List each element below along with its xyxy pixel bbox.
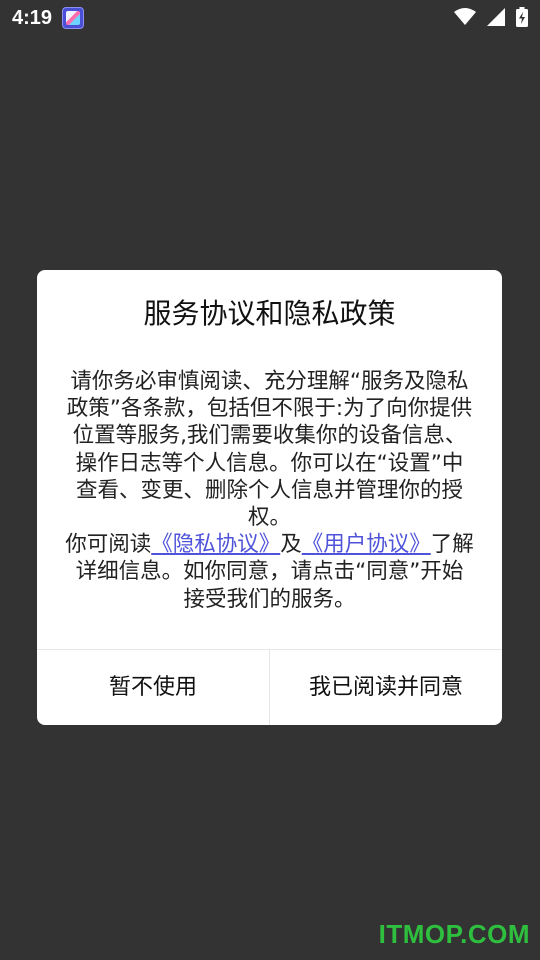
- status-icons: [448, 6, 528, 30]
- dialog-paragraph-1: 请你务必审慎阅读、充分理解“服务及隐私政策”各条款，包括但不限于:为了向你提供位…: [66, 369, 473, 531]
- paragraph-2-prefix: 你可阅读: [65, 532, 152, 558]
- privacy-agreement-link[interactable]: 《隐私协议》: [151, 532, 280, 557]
- privacy-dialog: 服务协议和隐私政策 请你务必审慎阅读、充分理解“服务及隐私政策”各条款，包括但不…: [37, 270, 502, 725]
- signal-icon: [486, 7, 505, 26]
- watermark: ITMOP.COM: [378, 919, 530, 949]
- battery-charging-icon: [516, 6, 528, 27]
- dialog-button-row: 暂不使用 我已阅读并同意: [37, 649, 502, 725]
- decline-button[interactable]: 暂不使用: [37, 650, 269, 725]
- status-bar: 4:19: [0, 0, 540, 36]
- agree-button[interactable]: 我已阅读并同意: [270, 650, 502, 725]
- dialog-body: 请你务必审慎阅读、充分理解“服务及隐私政策”各条款，包括但不限于:为了向你提供位…: [65, 368, 474, 613]
- dialog-paragraph-2: 你可阅读《隐私协议》及《用户协议》了解详细信息。如你同意，请点击“同意”开始接受…: [65, 531, 474, 613]
- user-agreement-link[interactable]: 《用户协议》: [302, 532, 431, 557]
- app-notification-icon: [62, 7, 84, 29]
- wifi-icon: [453, 7, 476, 25]
- status-time: 4:19: [12, 7, 53, 29]
- conjunction-text: 及: [280, 532, 302, 558]
- dialog-title: 服务协议和隐私政策: [143, 297, 396, 330]
